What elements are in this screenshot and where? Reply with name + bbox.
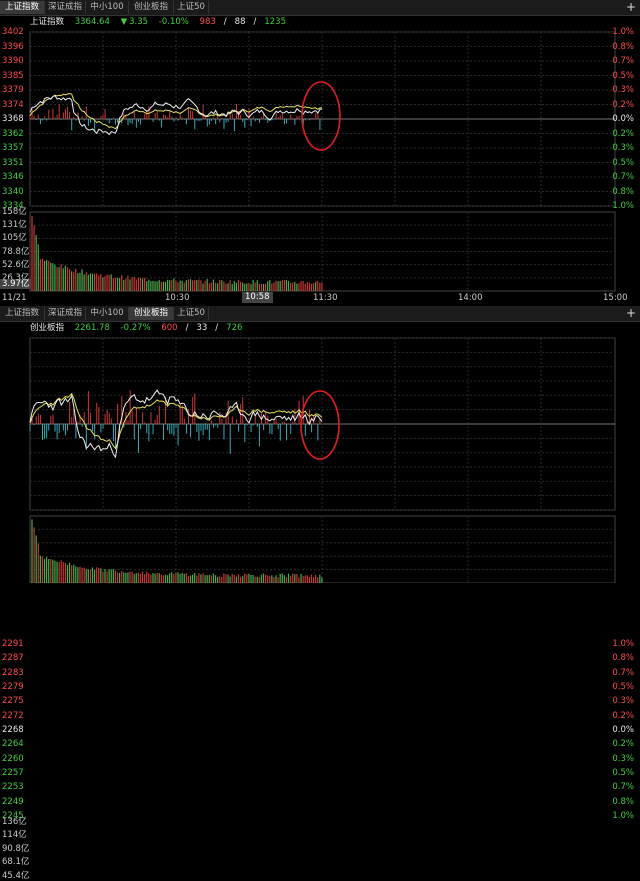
y-axis-price-label: 2279 xyxy=(2,682,24,692)
y-axis-price-label: 2268 xyxy=(2,725,24,735)
y-axis-volume-label: 105亿 xyxy=(2,233,27,244)
y-axis-price-label: 2291 xyxy=(2,639,24,649)
y-axis-price-label: 2275 xyxy=(2,696,24,707)
y-axis-percent-label: 0.5% xyxy=(612,682,634,692)
y-axis-percent-label: 0.0% xyxy=(612,725,634,735)
y-axis-percent-label: 0.5% xyxy=(612,768,634,778)
y-axis-percent-label: 0.7% xyxy=(612,172,634,182)
y-axis-percent-label: 0.2% xyxy=(612,128,634,139)
y-axis-percent-label: 0.3% xyxy=(612,85,634,95)
y-axis-percent-label: 0.5% xyxy=(612,70,634,81)
highlight-circle-annotation xyxy=(301,81,341,151)
current-volume-label: 3.97亿 xyxy=(0,279,32,289)
y-axis-price-label: 2260 xyxy=(2,753,24,764)
y-axis-price-label: 3351 xyxy=(2,157,24,168)
y-axis-volume-label: 45.4亿 xyxy=(2,870,30,881)
y-axis-price-label: 3374 xyxy=(2,99,24,110)
y-axis-percent-label: 0.3% xyxy=(612,143,634,153)
y-axis-percent-label: 1.0% xyxy=(612,201,634,211)
y-axis-percent-label: 1.0% xyxy=(612,27,634,37)
y-axis-percent-label: 0.2% xyxy=(612,739,634,750)
x-label-1500: 15:00 xyxy=(603,293,628,303)
index-panel-sh: 上证指数 深证成指 中小100 创业板指 上证50 + 上证指数 3364.64… xyxy=(0,0,640,305)
y-axis-percent-label: 0.8% xyxy=(612,653,634,664)
y-axis-volume-label: 131亿 xyxy=(2,220,27,231)
y-axis-price-label: 2287 xyxy=(2,653,24,664)
highlight-circle-annotation xyxy=(300,390,340,460)
y-axis-price-label: 3402 xyxy=(2,27,24,37)
y-axis-price-label: 2272 xyxy=(2,710,24,721)
y-axis-percent-label: 0.8% xyxy=(612,186,634,197)
y-axis-price-label: 3390 xyxy=(2,56,24,66)
y-axis-price-label: 2264 xyxy=(2,739,24,750)
y-axis-percent-label: 0.2% xyxy=(612,710,634,721)
x-label-date: 11/21 xyxy=(2,293,27,303)
y-axis-volume-label: 158亿 xyxy=(2,207,27,217)
y-axis-percent-label: 0.7% xyxy=(612,667,634,678)
y-axis-volume-label: 90.8亿 xyxy=(2,843,30,854)
y-axis-price-label: 3346 xyxy=(2,172,24,182)
y-axis-price-label: 3368 xyxy=(2,114,24,124)
y-axis-percent-label: 1.0% xyxy=(612,639,634,649)
y-axis-price-label: 2253 xyxy=(2,782,24,793)
y-axis-price-label: 3362 xyxy=(2,128,24,139)
y-axis-percent-label: 0.0% xyxy=(612,114,634,124)
y-axis-volume-label: 68.1亿 xyxy=(2,857,30,868)
y-axis-price-label: 3357 xyxy=(2,143,24,153)
y-axis-price-label: 3385 xyxy=(2,70,24,81)
intraday-chart-sh[interactable] xyxy=(0,0,640,305)
index-panel-chinext: 上证指数 深证成指 中小100 创业板指 上证50 + 创业板指 2261.78… xyxy=(0,306,640,880)
y-axis-percent-label: 1.0% xyxy=(612,811,634,821)
y-axis-price-label: 2257 xyxy=(2,768,24,778)
y-axis-price-label: 3340 xyxy=(2,186,24,197)
y-axis-percent-label: 0.7% xyxy=(612,56,634,66)
y-axis-price-label: 2249 xyxy=(2,796,24,807)
y-axis-percent-label: 0.8% xyxy=(612,41,634,52)
y-axis-volume-label: 136亿 xyxy=(2,817,27,827)
y-axis-percent-label: 0.5% xyxy=(612,157,634,168)
y-axis-volume-label: 52.6亿 xyxy=(2,259,30,270)
x-label-1400: 14:00 xyxy=(458,293,483,303)
y-axis-percent-label: 0.2% xyxy=(612,99,634,110)
y-axis-percent-label: 0.3% xyxy=(612,696,634,707)
y-axis-price-label: 3379 xyxy=(2,85,24,95)
x-label-1130: 11:30 xyxy=(313,293,338,303)
y-axis-percent-label: 0.8% xyxy=(612,796,634,807)
y-axis-percent-label: 0.3% xyxy=(612,753,634,764)
y-axis-volume-label: 114亿 xyxy=(2,830,27,841)
y-axis-price-label: 3396 xyxy=(2,41,24,52)
y-axis-price-label: 2283 xyxy=(2,667,24,678)
intraday-chart-chinext[interactable] xyxy=(0,306,640,583)
y-axis-percent-label: 0.7% xyxy=(612,782,634,793)
time-cursor-label: 10:58 xyxy=(242,292,273,303)
y-axis-volume-label: 78.8亿 xyxy=(2,246,30,257)
x-label-1030: 10:30 xyxy=(165,293,190,303)
